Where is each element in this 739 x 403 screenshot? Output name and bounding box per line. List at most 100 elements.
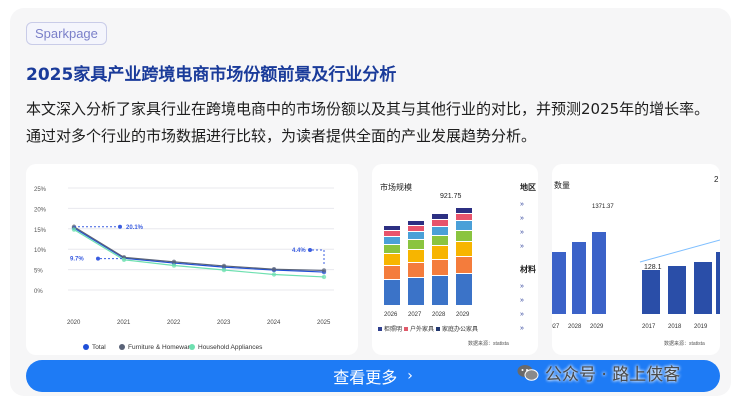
x-tick-label: 2029 xyxy=(590,324,604,330)
quantity-bar xyxy=(572,242,586,314)
legend-lighting: 柜照明 xyxy=(384,325,402,333)
page-title: 2025家具产业跨境电商市场份额前景及行业分析 xyxy=(26,65,397,85)
stacked-bar-segment xyxy=(384,237,400,244)
quantity-corner-text: 2 xyxy=(714,175,719,184)
annotation-label: 20.1% xyxy=(126,225,144,231)
stacked-bar-segment xyxy=(432,220,448,226)
list-bullet: » xyxy=(520,297,524,304)
legend-office: 家庭办公家具 xyxy=(442,325,478,333)
stacked-bar-segment xyxy=(456,231,472,241)
stacked-bar-segment xyxy=(432,276,448,305)
data-point xyxy=(121,257,127,263)
line-chart: 0% 5% 10% 15% 20% 25% 2020 2021 2022 2023 2024 2025… xyxy=(34,187,334,351)
y-tick-label: 15% xyxy=(34,228,47,234)
stacked-bar-segment xyxy=(456,214,472,220)
trend-line xyxy=(639,239,720,263)
market-size-data-label: 921.75 xyxy=(440,193,462,200)
stacked-bar-segment xyxy=(432,214,448,219)
stacked-bar-segment xyxy=(408,250,424,262)
list-bullet: » xyxy=(520,325,524,332)
description-text: 本文深入分析了家具行业在跨境电商中的市场份额以及其与其他行业的对比，并预测202… xyxy=(26,100,710,145)
x-tick-label: 2018 xyxy=(668,324,682,330)
list-bullet: » xyxy=(520,201,524,208)
market-size-title: 市场规模 xyxy=(380,182,412,192)
x-tick-label: 2022 xyxy=(167,320,181,326)
quantity-source-note: 数据来源：statista xyxy=(664,340,705,347)
x-tick-label: 2024 xyxy=(267,320,281,326)
legend-marker xyxy=(83,344,89,350)
stacked-bar-segment xyxy=(384,226,400,230)
x-tick-label: 2027 xyxy=(552,324,560,330)
data-point xyxy=(271,266,277,272)
market-size-tile[interactable]: 市场规模 地区 材料 2026 2027 2028 2029 » » » » » » » » 921.… xyxy=(372,164,538,355)
annotation-dot xyxy=(308,248,312,253)
watermark-text: 公众号 · 路上侠客 xyxy=(545,365,681,385)
x-tick-label: 2020 xyxy=(67,320,81,326)
quantity-tile[interactable]: 数量 2 2027 2028 2029 2017 2018 2019 1371.37 12… xyxy=(552,164,720,355)
stacked-bar-segment xyxy=(432,236,448,245)
stacked-bar-segment xyxy=(408,226,424,231)
y-tick-label: 10% xyxy=(34,248,47,254)
x-tick-label: 2026 xyxy=(384,312,398,318)
stacked-bar-segment xyxy=(384,280,400,305)
legend-swatch-outdoor xyxy=(404,327,408,331)
x-tick-label: 2019 xyxy=(694,324,708,330)
stacked-bar-segment xyxy=(384,245,400,253)
stacked-bar-segment xyxy=(408,263,424,277)
series-line-1 xyxy=(73,226,325,272)
x-tick-label: 2027 xyxy=(408,312,422,318)
quantity-label-a: 1371.37 xyxy=(592,204,614,210)
legend-marker xyxy=(189,344,195,350)
stacked-bar-segment xyxy=(408,232,424,239)
list-bullet: » xyxy=(520,311,524,318)
stacked-bar-segment xyxy=(408,278,424,305)
watermark: 公众号 · 路上侠客 xyxy=(517,360,680,385)
list-bullet: » xyxy=(520,229,524,236)
x-tick-label: 2029 xyxy=(456,312,470,318)
annotation-label: 4.4% xyxy=(292,248,306,254)
side-header-region: 地区 xyxy=(520,182,536,192)
legend-outdoor: 户外家具 xyxy=(410,325,434,333)
legend-label: Household Appliances xyxy=(198,344,263,351)
x-tick-label: 2021 xyxy=(117,320,131,326)
stacked-bar-segment xyxy=(456,257,472,273)
legend-swatch-lighting xyxy=(378,327,382,331)
data-point xyxy=(221,267,227,273)
quantity-bar xyxy=(642,270,660,314)
side-header-material: 材料 xyxy=(520,264,536,274)
stacked-bar-segment xyxy=(456,208,472,213)
stacked-bar-segment xyxy=(408,240,424,249)
list-bullet: » xyxy=(520,215,524,222)
view-more-label: 查看更多 xyxy=(333,368,398,387)
list-bullet: » xyxy=(520,243,524,250)
legend-marker xyxy=(119,344,125,350)
sparkpage-logo: Sparkpage xyxy=(26,22,107,45)
line-chart-tile[interactable]: 0% 5% 10% 15% 20% 25% 2020 2021 2022 2023 2024 2025… xyxy=(26,164,358,355)
y-tick-label: 20% xyxy=(34,207,47,213)
annotation-dot xyxy=(96,256,100,261)
legend-swatch-office xyxy=(436,327,440,331)
stacked-bar-segment xyxy=(456,242,472,256)
y-tick-label: 0% xyxy=(34,289,43,295)
content-card: Sparkpage 2025家具产业跨境电商市场份额前景及行业分析 本文深入分析… xyxy=(10,8,731,396)
data-point xyxy=(321,274,327,280)
x-tick-label: 2028 xyxy=(568,324,582,330)
stacked-bar-segment xyxy=(456,221,472,230)
data-point xyxy=(171,263,177,268)
y-tick-label: 25% xyxy=(34,187,47,193)
quantity-bar xyxy=(592,232,606,314)
legend-label: Total xyxy=(92,344,106,351)
stacked-bar-segment xyxy=(384,254,400,265)
stacked-bar-segment xyxy=(432,246,448,259)
quantity-label-b: 128.1 xyxy=(644,264,662,271)
quantity-bar xyxy=(716,252,720,314)
legend-label: Furniture & Homeware xyxy=(128,344,194,351)
annotation-dot xyxy=(118,224,122,229)
market-size-chart: 市场规模 地区 材料 2026 2027 2028 2029 » » » » » » » » 921.… xyxy=(378,182,536,347)
stacked-bar-segment xyxy=(456,274,472,305)
stacked-bar-segment xyxy=(384,231,400,236)
data-point xyxy=(221,263,227,269)
quantity-title: 数量 xyxy=(554,180,570,190)
stacked-bar-segment xyxy=(384,266,400,279)
data-point xyxy=(321,268,327,273)
